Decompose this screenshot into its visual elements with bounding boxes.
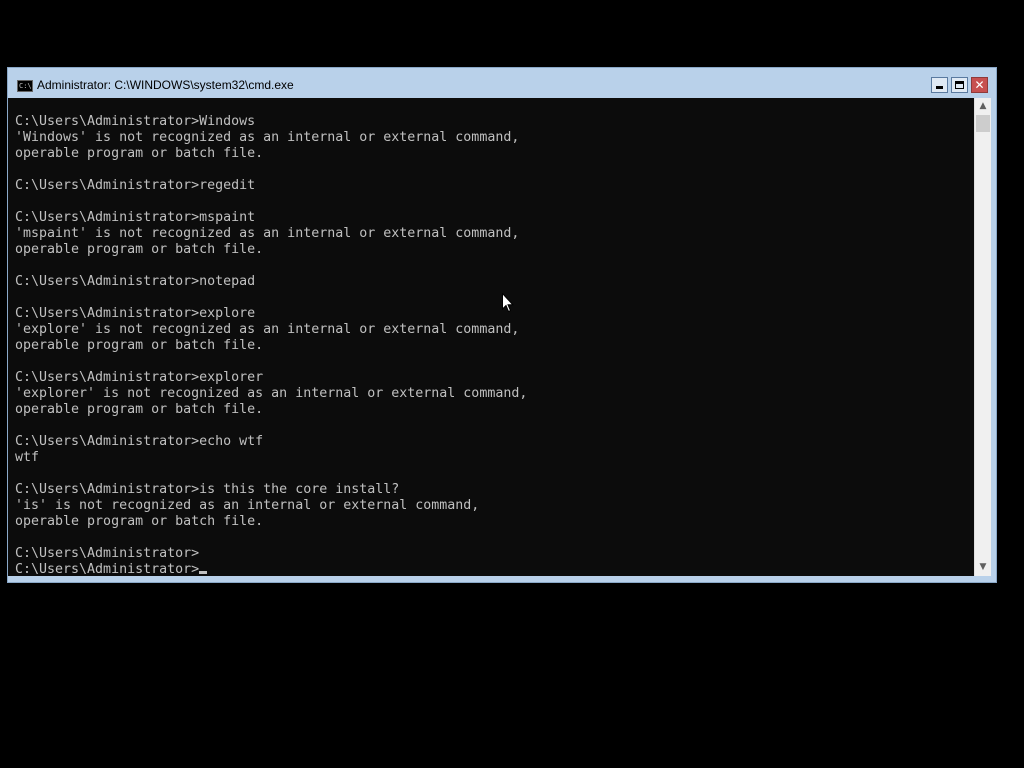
maximize-button[interactable] [951, 77, 968, 93]
console-line-text: C:\Users\Administrator> [15, 562, 200, 576]
console-line: wtf [15, 450, 527, 466]
console-line-text: operable program or batch file. [15, 146, 264, 161]
console-line: C:\Users\Administrator>explore [15, 306, 527, 322]
text-cursor [199, 571, 208, 574]
console-line-text: operable program or batch file. [15, 338, 264, 353]
mouse-pointer-icon [502, 293, 514, 313]
console-line-text: C:\Users\Administrator>regedit [15, 178, 256, 193]
cmd-icon[interactable]: C:\ [17, 80, 33, 92]
console-line: 'is' is not recognized as an internal or… [15, 498, 527, 514]
console-line-text: operable program or batch file. [15, 242, 264, 257]
console-line-text: C:\Users\Administrator>explorer [15, 370, 264, 385]
console-line: C:\Users\Administrator> [15, 562, 527, 576]
console-line-text: C:\Users\Administrator> [15, 546, 200, 561]
close-button[interactable]: ✕ [971, 77, 988, 93]
console-line: C:\Users\Administrator>explorer [15, 370, 527, 386]
console-line-text: 'is' is not recognized as an internal or… [15, 498, 480, 513]
console-line-text: C:\Users\Administrator>notepad [15, 274, 256, 289]
scrollbar-thumb[interactable] [976, 115, 990, 132]
console-line: 'mspaint' is not recognized as an intern… [15, 226, 527, 242]
console-line: operable program or batch file. [15, 242, 527, 258]
console-line-text: operable program or batch file. [15, 514, 264, 529]
console-line-text: C:\Users\Administrator>is this the core … [15, 482, 400, 497]
console-output[interactable]: C:\Users\Administrator>Windows 'Windows' … [8, 98, 974, 576]
close-icon: ✕ [974, 78, 985, 92]
console-line-text: 'explore' is not recognized as an intern… [15, 322, 520, 337]
console-line: 'explorer' is not recognized as an inter… [15, 386, 527, 402]
console-line-text: C:\Users\Administrator>echo wtf [15, 434, 264, 449]
console-line: C:\Users\Administrator>regedit [15, 178, 527, 194]
maximize-icon [955, 81, 964, 89]
console-line: C:\Users\Administrator> [15, 546, 527, 562]
console-line: operable program or batch file. [15, 402, 527, 418]
console-line-text: C:\Users\Administrator>explore [15, 306, 256, 321]
console-line-text: 'explorer' is not recognized as an inter… [15, 386, 528, 401]
console-line: 'Windows' is not recognized as an intern… [15, 130, 527, 146]
console-line-text: C:\Users\Administrator>Windows [15, 114, 256, 129]
console-line: operable program or batch file. [15, 146, 527, 162]
console-line: 'explore' is not recognized as an intern… [15, 322, 527, 338]
console-line: C:\Users\Administrator>is this the core … [15, 482, 527, 498]
console-line-text: C:\Users\Administrator>mspaint [15, 210, 256, 225]
console-line-text: 'Windows' is not recognized as an intern… [15, 130, 520, 145]
console-line-text: 'mspaint' is not recognized as an intern… [15, 226, 520, 241]
console-line: C:\Users\Administrator>notepad [15, 274, 527, 290]
console-line: C:\Users\Administrator>mspaint [15, 210, 527, 226]
minimize-button[interactable] [931, 77, 948, 93]
console-lines: C:\Users\Administrator>Windows 'Windows' … [15, 114, 527, 576]
console-line-text: operable program or batch file. [15, 402, 264, 417]
console-line: operable program or batch file. [15, 514, 527, 530]
console-line: operable program or batch file. [15, 338, 527, 354]
scroll-down-arrow-icon[interactable]: ▼ [975, 559, 991, 576]
console-line-text: wtf [15, 450, 40, 465]
cmd-window[interactable]: C:\ Administrator: C:\WINDOWS\system32\c… [7, 67, 997, 583]
window-title: Administrator: C:\WINDOWS\system32\cmd.e… [37, 78, 294, 92]
minimize-icon [936, 86, 943, 89]
vertical-scrollbar[interactable]: ▲ ▼ [974, 98, 991, 576]
title-bar[interactable]: C:\ Administrator: C:\WINDOWS\system32\c… [8, 68, 996, 98]
scroll-up-arrow-icon[interactable]: ▲ [975, 98, 991, 115]
console-line: C:\Users\Administrator>echo wtf [15, 434, 527, 450]
console-line: C:\Users\Administrator>Windows [15, 114, 527, 130]
